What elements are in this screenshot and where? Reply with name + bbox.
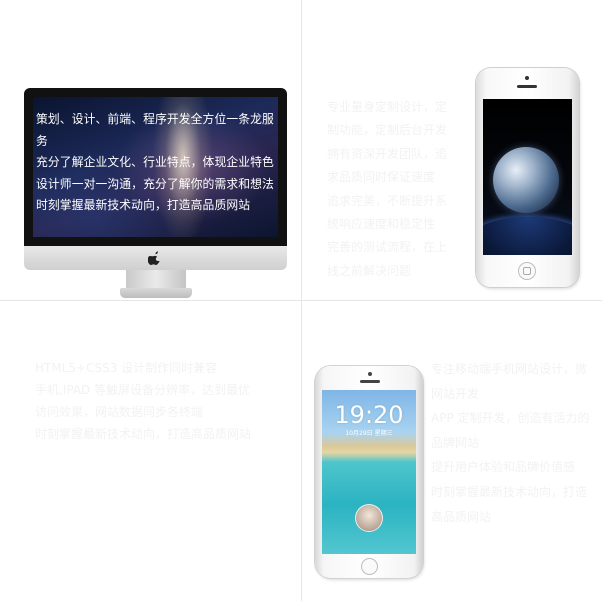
front-camera-icon xyxy=(525,76,529,80)
html5-line-3: 访问效果，网站数据同步各终端 xyxy=(35,405,204,419)
iphone-lockscreen: 19:20 10月29日 星期三 xyxy=(322,390,416,554)
iphone-earth-illustration xyxy=(476,68,579,287)
lockscreen-avatar-icon xyxy=(355,504,383,532)
imac-screen: 策划、设计、前端、程序开发全方位一条龙服务 充分了解企业文化、行业特点，体现企业… xyxy=(33,97,278,237)
earpiece-speaker xyxy=(360,380,380,383)
imac-illustration: 策划、设计、前端、程序开发全方位一条龙服务 充分了解企业文化、行业特点，体现企业… xyxy=(24,88,287,300)
front-camera-icon xyxy=(368,372,372,376)
lockscreen-time: 19:20 xyxy=(334,401,404,429)
iphone-earth-screen xyxy=(483,99,572,255)
custom-line-4: 完善的测试流程，在上线之前解决问题 xyxy=(327,240,448,278)
mobile-line-2: APP 定制开发，创造有活力的品牌网站 xyxy=(431,411,590,450)
custom-line-1: 专业量身定制设计，定制功能，定制后台开发 xyxy=(327,100,448,138)
custom-line-3: 追求完美，不断提升系统响应速度和稳定性 xyxy=(327,193,448,232)
html5-line-4: 时刻掌握最新技术动向，打造高品质网站 xyxy=(35,427,252,441)
html5-line-2: 手机,IPAD 等触屏设备分辨率，达到最优 xyxy=(35,383,251,397)
imac-line-2: 充分了解企业文化、行业特点，体现企业特色 xyxy=(36,155,274,169)
earth-image xyxy=(493,147,559,213)
mobile-line-3: 提升用户体验和品牌价值感 xyxy=(431,460,576,475)
planet-horizon-image xyxy=(483,217,572,255)
iphone-home-button-icon xyxy=(361,558,378,575)
imac-line-1: 策划、设计、前端、程序开发全方位一条龙服务 xyxy=(36,112,274,148)
imac-feature-text: 策划、设计、前端、程序开发全方位一条龙服务 充分了解企业文化、行业特点，体现企业… xyxy=(36,109,278,217)
iphone-lockscreen-illustration: 19:20 10月29日 星期三 xyxy=(315,366,423,578)
mobile-line-4: 时刻掌握最新技术动向，打造高品质网站 xyxy=(431,484,588,524)
earpiece-speaker xyxy=(517,85,537,88)
imac-line-3: 设计师一对一沟通，充分了解你的需求和想法 xyxy=(36,176,274,191)
html5-line-1: HTML5+CSS3 设计制作同时兼容 xyxy=(35,361,218,375)
apple-logo-icon xyxy=(148,251,160,265)
custom-line-2: 拥有资深开发团队，追求品质同时保证速度 xyxy=(327,146,448,185)
horizontal-divider xyxy=(0,300,602,301)
imac-stand-base xyxy=(120,288,192,298)
iphone-home-button-icon xyxy=(518,262,536,280)
html5-copy: HTML5+CSS3 设计制作同时兼容 手机,IPAD 等触屏设备分辨率，达到最… xyxy=(35,357,295,445)
imac-stand-neck xyxy=(126,270,186,290)
imac-bezel: 策划、设计、前端、程序开发全方位一条龙服务 充分了解企业文化、行业特点，体现企业… xyxy=(24,88,287,246)
imac-line-4: 时刻掌握最新技术动向，打造高品质网站 xyxy=(36,198,251,212)
mobile-site-copy: 专注移动端手机网站设计，微网站开发 APP 定制开发，创造有活力的品牌网站 提升… xyxy=(431,357,591,529)
lockscreen-date: 10月29日 星期三 xyxy=(345,430,393,437)
mobile-line-1: 专注移动端手机网站设计，微网站开发 xyxy=(431,362,588,401)
custom-dev-copy: 专业量身定制设计，定制功能，定制后台开发 拥有资深开发团队，追求品质同时保证速度… xyxy=(327,96,457,283)
